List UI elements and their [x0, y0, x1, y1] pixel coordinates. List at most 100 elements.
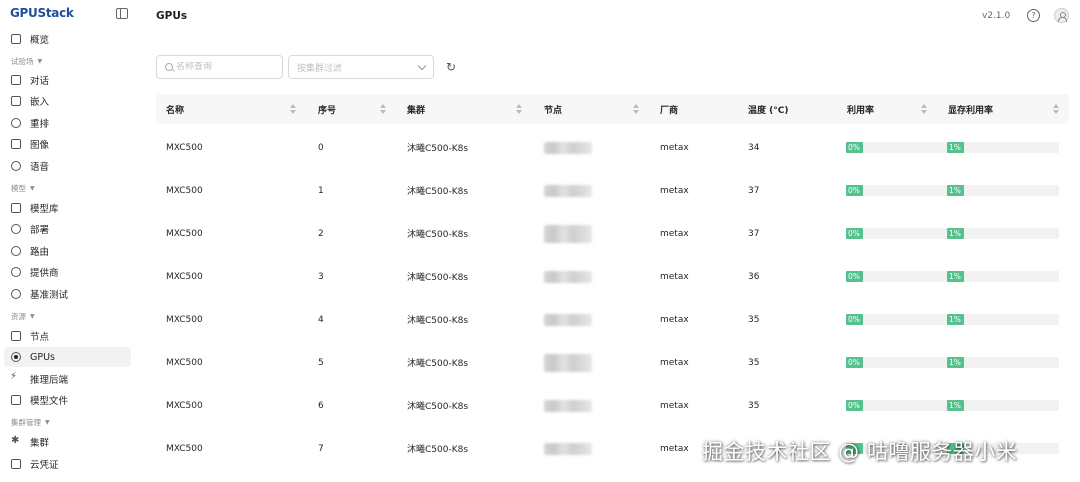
cell-temp: 37 [748, 185, 760, 196]
sort-icon[interactable] [380, 104, 386, 114]
sidebar-group-label[interactable]: 资源 ▼ [11, 311, 35, 322]
bolt-icon [10, 371, 21, 384]
progress-fill: 1% [947, 185, 964, 196]
column-header[interactable]: 显存利用率 [948, 94, 993, 124]
memory-utilization-bar: 1% [947, 400, 1059, 411]
table-row[interactable]: MXC500 1 沐曦C500-K8s metax 37 0% 1% [156, 169, 1069, 212]
cell-name: MXC500 [166, 314, 203, 325]
sidebar-item-label: 模型文件 [30, 396, 69, 407]
chevron-down-icon [417, 61, 427, 70]
redacted-node-name [544, 353, 592, 372]
column-header[interactable]: 节点 [544, 94, 562, 124]
sidebar-item[interactable]: 提供商 [4, 262, 131, 282]
sidebar-item[interactable]: 对话 [4, 70, 131, 90]
column-header[interactable]: 温度 (°C) [748, 94, 788, 124]
sidebar-group-label[interactable]: 集群管理 ▼ [11, 417, 50, 428]
utilization-bar: 0% [846, 142, 958, 153]
cell-cluster: 沐曦C500-K8s [407, 445, 469, 455]
sidebar-collapse-icon[interactable] [116, 8, 128, 19]
cell-mem-bar: 1% [947, 255, 1059, 298]
column-header[interactable]: 厂商 [660, 94, 678, 124]
node-cell-redacted [544, 384, 592, 427]
table-row[interactable]: MXC500 2 沐曦C500-K8s metax 37 0% 1% [156, 212, 1069, 255]
cluster-filter-select[interactable]: 按集群过滤 [288, 55, 434, 79]
column-header[interactable]: 利用率 [847, 94, 874, 124]
table-row[interactable]: MXC500 6 沐曦C500-K8s metax 35 0% 1% [156, 384, 1069, 427]
embed-icon [11, 96, 21, 106]
cell-name: MXC500 [166, 400, 203, 411]
sidebar-item[interactable]: 集群 [4, 432, 131, 452]
cell-cluster: 沐曦C500-K8s [407, 273, 469, 283]
column-header[interactable]: 集群 [407, 94, 425, 124]
node-cell-redacted [544, 427, 592, 470]
column-header[interactable]: 名称 [166, 94, 184, 124]
table-row[interactable]: MXC500 0 沐曦C500-K8s metax 34 0% 1% [156, 126, 1069, 169]
cell-name: MXC500 [166, 271, 203, 282]
sidebar-item-label: 云凭证 [30, 460, 59, 471]
search-input-wrapper[interactable] [156, 55, 283, 79]
node-cell-redacted [544, 255, 592, 298]
sidebar-item[interactable]: 基准测试 [4, 284, 131, 304]
cell-mem-bar: 1% [947, 341, 1059, 384]
cell-mem-bar: 1% [947, 298, 1059, 341]
cell-mem-bar: 1% [947, 169, 1059, 212]
caret-down-icon: ▼ [30, 185, 35, 192]
table-row[interactable]: MXC500 5 沐曦C500-K8s metax 35 0% 1% [156, 341, 1069, 384]
help-icon[interactable]: ? [1027, 9, 1040, 22]
sidebar-item[interactable]: 图像 [4, 134, 131, 154]
refresh-icon[interactable]: ↻ [444, 60, 458, 74]
cell-mem-bar: 1% [947, 384, 1059, 427]
user-avatar-icon[interactable] [1054, 8, 1069, 23]
cell-util-bar: 0% [846, 298, 958, 341]
sidebar-group-label[interactable]: 试验场 ▼ [11, 56, 42, 67]
search-input[interactable] [176, 62, 276, 72]
sidebar-item[interactable]: 云凭证 [4, 454, 131, 474]
cell-index: 7 [318, 443, 324, 454]
sidebar-item-label: 嵌入 [30, 97, 50, 108]
progress-fill: 1% [947, 314, 964, 325]
sidebar-item[interactable]: 重排 [4, 113, 131, 133]
sidebar-item-label: 基准测试 [30, 290, 69, 301]
image-icon [11, 139, 21, 149]
sort-icon[interactable] [633, 104, 639, 114]
sidebar-item[interactable]: 概览 [4, 29, 131, 49]
table-row[interactable]: MXC500 4 沐曦C500-K8s metax 35 0% 1% [156, 298, 1069, 341]
sidebar-item[interactable]: 推理后端 [4, 369, 131, 389]
sort-icon[interactable] [921, 104, 927, 114]
cell-cluster: 沐曦C500-K8s [407, 359, 469, 369]
cell-util-bar: 0% [846, 255, 958, 298]
redacted-node-name [544, 399, 592, 412]
table-header: 名称 序号 集群 节点 厂商 温度 (°C) 利用率 显存利用率 [156, 94, 1069, 124]
credential-icon [11, 459, 21, 469]
sidebar-item[interactable]: 模型库 [4, 198, 131, 218]
cell-vendor: metax [660, 185, 689, 196]
cell-vendor: metax [660, 142, 689, 153]
sidebar-group-label[interactable]: 模型 ▼ [11, 183, 35, 194]
cell-temp: 34 [748, 142, 760, 153]
utilization-bar: 0% [846, 185, 958, 196]
sort-icon[interactable] [290, 104, 296, 114]
sidebar-item[interactable]: 模型文件 [4, 390, 131, 410]
sidebar-item[interactable]: 部署 [4, 219, 131, 239]
utilization-bar: 0% [846, 228, 958, 239]
cell-name: MXC500 [166, 185, 203, 196]
sidebar-item[interactable]: 语音 [4, 156, 131, 176]
sidebar-item-label: 重排 [30, 119, 50, 130]
sidebar-group-text: 试验场 [11, 57, 34, 66]
sidebar-item-label: 部署 [30, 225, 50, 236]
sidebar-item[interactable]: 节点 [4, 326, 131, 346]
cell-temp: 37 [748, 228, 760, 239]
sort-icon[interactable] [516, 104, 522, 114]
cell-cluster: 沐曦C500-K8s [407, 187, 469, 197]
table-row[interactable]: MXC500 3 沐曦C500-K8s metax 36 0% 1% [156, 255, 1069, 298]
sidebar-item[interactable]: 嵌入 [4, 91, 131, 111]
sort-icon[interactable] [1053, 104, 1059, 114]
column-header[interactable]: 序号 [318, 94, 336, 124]
sidebar-item[interactable]: GPUs [4, 347, 131, 367]
sidebar-item[interactable]: 路由 [4, 241, 131, 261]
utilization-bar: 0% [846, 357, 958, 368]
route-icon [11, 246, 21, 256]
node-cell-redacted [544, 212, 592, 255]
sidebar-item-label: 节点 [30, 332, 50, 343]
cell-util-bar: 0% [846, 212, 958, 255]
